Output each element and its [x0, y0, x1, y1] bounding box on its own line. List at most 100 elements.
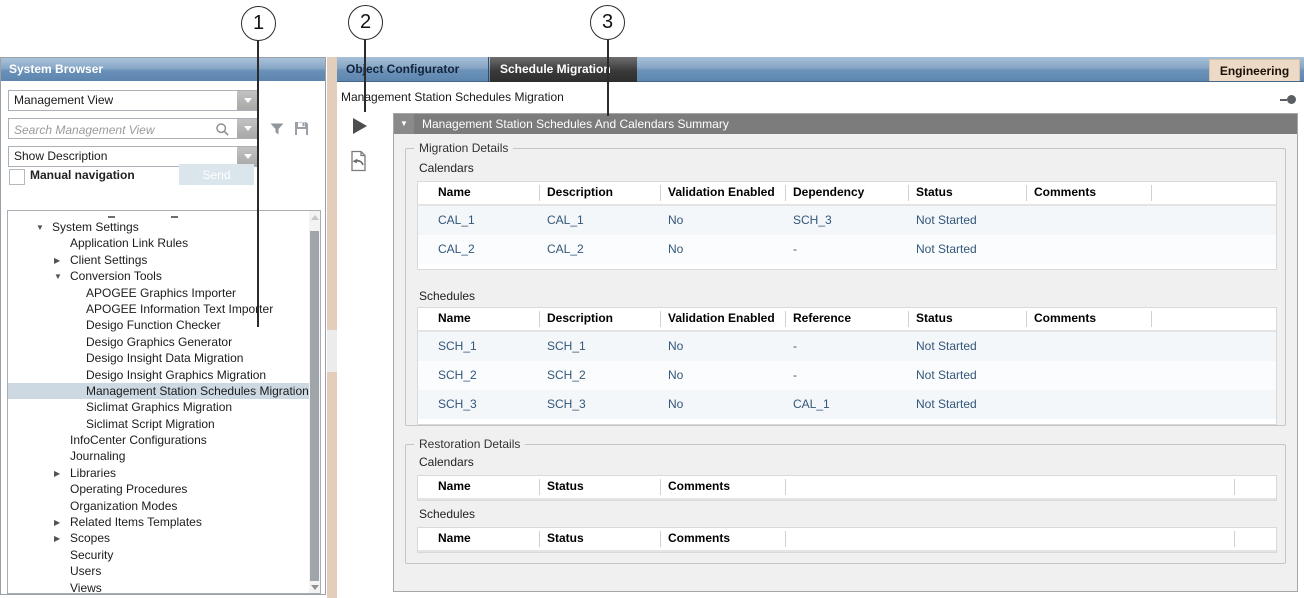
tree-item-related-items-templates[interactable]: Related Items Templates	[8, 514, 309, 530]
tree-item-journaling[interactable]: Journaling	[8, 448, 309, 464]
tab-engineering[interactable]: Engineering	[1209, 59, 1300, 81]
expander-closed-icon[interactable]	[54, 531, 70, 547]
col-status[interactable]: Status	[539, 528, 660, 550]
table-row[interactable]: SCH_1 SCH_1 No - Not Started	[418, 332, 1276, 361]
col-validation-enabled[interactable]: Validation Enabled	[660, 182, 785, 204]
tree-item-application-link-rules[interactable]: Application Link Rules	[8, 235, 309, 251]
search-icon	[214, 121, 230, 137]
work-area: Object Configurator Schedule Migration E…	[337, 57, 1304, 598]
scroll-down-icon[interactable]	[309, 581, 320, 593]
panel-splitter[interactable]	[327, 57, 337, 598]
chevron-down-icon[interactable]	[237, 91, 258, 110]
summary-panel: Management Station Schedules And Calenda…	[393, 113, 1298, 592]
col-name[interactable]: Name	[430, 476, 539, 498]
restoration-details-group: Restoration Details Calendars Name Statu…	[405, 444, 1286, 564]
search-dropdown-icon[interactable]	[237, 119, 258, 138]
col-description[interactable]: Description	[539, 308, 660, 330]
description-mode-value: Show Description	[14, 149, 107, 163]
expander-closed-icon[interactable]	[54, 253, 70, 269]
col-name[interactable]: Name	[430, 308, 539, 330]
save-icon[interactable]	[292, 119, 310, 137]
table-row[interactable]: CAL_2 CAL_2 No - Not Started	[418, 235, 1276, 264]
expander-open-icon[interactable]	[36, 220, 52, 236]
restoration-details-title: Restoration Details	[414, 437, 525, 451]
col-empty	[1234, 528, 1276, 550]
tree-item-siclimat-script-migration[interactable]: Siclimat Script Migration	[8, 416, 309, 432]
col-reference[interactable]: Reference	[785, 308, 908, 330]
tree-item-siclimat-graphics-migration[interactable]: Siclimat Graphics Migration	[8, 399, 309, 415]
col-status[interactable]: Status	[908, 308, 1026, 330]
col-name[interactable]: Name	[430, 528, 539, 550]
tree-item-desigo-insight-graphics-migration[interactable]: Desigo Insight Graphics Migration	[8, 367, 309, 383]
col-status[interactable]: Status	[539, 476, 660, 498]
callout-3-number: 3	[602, 11, 613, 34]
calendars-label: Calendars	[419, 161, 474, 175]
tree-item-views[interactable]: Views	[8, 580, 309, 594]
tree-item-apogee-graphics-importer[interactable]: APOGEE Graphics Importer	[8, 285, 309, 301]
col-empty	[785, 528, 1234, 550]
col-name[interactable]: Name	[430, 182, 539, 204]
tree-item-management-station-schedules-migration[interactable]: Management Station Schedules Migration	[8, 383, 309, 399]
scrollbar-thumb[interactable]	[310, 231, 319, 581]
tree-item-users[interactable]: Users	[8, 563, 309, 579]
search-field[interactable]	[8, 118, 259, 139]
col-description[interactable]: Description	[539, 182, 660, 204]
tree-item-conversion-tools[interactable]: Conversion Tools	[8, 268, 309, 284]
callout-2: 2	[348, 5, 383, 40]
col-comments[interactable]: Comments	[660, 528, 785, 550]
system-tree: System Settings Application Link Rules C…	[7, 210, 321, 594]
row-gutter	[418, 476, 430, 498]
splitter-grip[interactable]	[327, 330, 337, 372]
col-comments[interactable]: Comments	[1026, 308, 1151, 330]
col-validation-enabled[interactable]: Validation Enabled	[660, 308, 785, 330]
schedules-label: Schedules	[419, 289, 475, 303]
send-button[interactable]: Send	[179, 164, 254, 185]
callout-1-number: 1	[253, 12, 264, 35]
table-header-row: Name Description Validation Enabled Refe…	[418, 308, 1276, 332]
tree-item-desigo-function-checker[interactable]: Desigo Function Checker	[8, 317, 309, 333]
table-row[interactable]: SCH_2 SCH_2 No - Not Started	[418, 361, 1276, 390]
pin-icon[interactable]	[1280, 95, 1296, 105]
search-input[interactable]	[9, 119, 216, 140]
migration-details-title: Migration Details	[414, 141, 513, 155]
tree-item-security[interactable]: Security	[8, 547, 309, 563]
expander-open-icon[interactable]	[54, 269, 70, 285]
expander-closed-icon[interactable]	[54, 515, 70, 531]
col-status[interactable]: Status	[908, 182, 1026, 204]
start-migration-button[interactable]	[353, 118, 367, 134]
tree-item-desigo-graphics-generator[interactable]: Desigo Graphics Generator	[8, 334, 309, 350]
summary-title: Management Station Schedules And Calenda…	[422, 114, 729, 134]
tab-object-configurator[interactable]: Object Configurator	[337, 57, 489, 82]
tree-item-desigo-insight-data-migration[interactable]: Desigo Insight Data Migration	[8, 350, 309, 366]
summary-header[interactable]: Management Station Schedules And Calenda…	[394, 114, 1297, 134]
tree-item-client-settings[interactable]: Client Settings	[8, 252, 309, 268]
view-selector-dropdown[interactable]: Management View	[8, 90, 259, 111]
restoration-calendars-table: Name Status Comments	[417, 475, 1277, 501]
filter-icon[interactable]	[268, 120, 286, 138]
tree-item-libraries[interactable]: Libraries	[8, 465, 309, 481]
expander-closed-icon[interactable]	[54, 466, 70, 482]
tree-item-operating-procedures[interactable]: Operating Procedures	[8, 481, 309, 497]
tree-scrollbar[interactable]	[309, 211, 320, 593]
migration-schedules-table: Name Description Validation Enabled Refe…	[417, 307, 1277, 425]
col-dependency[interactable]: Dependency	[785, 182, 908, 204]
table-row[interactable]: CAL_1 CAL_1 No SCH_3 Not Started	[418, 206, 1276, 235]
scroll-up-icon[interactable]	[309, 211, 320, 223]
tree-item-infocenter-configurations[interactable]: InfoCenter Configurations	[8, 432, 309, 448]
table-header-row: Name Status Comments	[418, 528, 1276, 552]
tab-schedule-migration[interactable]: Schedule Migration	[490, 57, 637, 82]
restore-report-button[interactable]	[346, 149, 370, 173]
row-gutter	[418, 528, 430, 550]
tree-item-organization-modes[interactable]: Organization Modes	[8, 498, 309, 514]
table-row[interactable]: SCH_3 SCH_3 No CAL_1 Not Started	[418, 390, 1276, 419]
collapse-icon[interactable]	[394, 114, 414, 134]
tree-item-scopes[interactable]: Scopes	[8, 530, 309, 546]
manual-navigation-checkbox[interactable]	[9, 169, 25, 185]
col-comments[interactable]: Comments	[1026, 182, 1151, 204]
row-gutter	[418, 182, 430, 204]
table-header-row: Name Status Comments	[418, 476, 1276, 500]
tree-item-apogee-information-text-importer[interactable]: APOGEE Information Text Importer	[8, 301, 309, 317]
col-comments[interactable]: Comments	[660, 476, 785, 498]
callout-3: 3	[590, 5, 625, 40]
tree-item-system-settings[interactable]: System Settings	[8, 219, 309, 235]
